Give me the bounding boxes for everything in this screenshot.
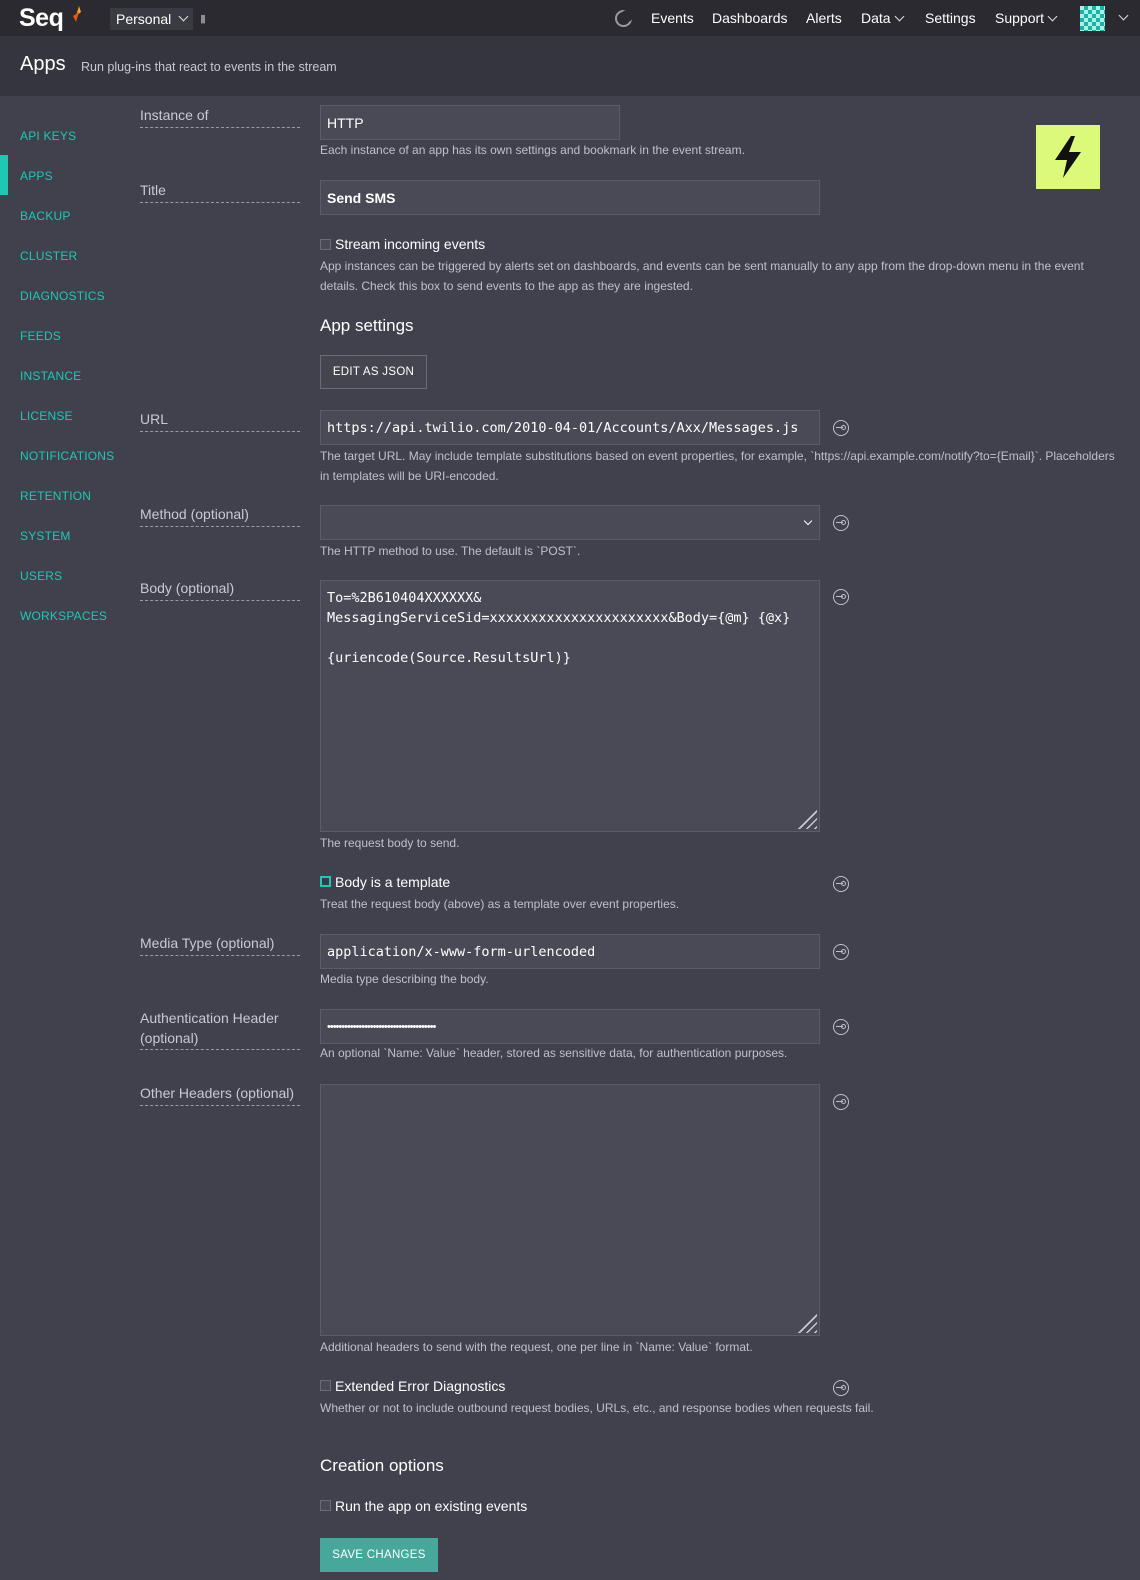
- run-existing-checkbox[interactable]: [320, 1500, 331, 1511]
- chevron-down-icon: [1047, 11, 1058, 22]
- body-template-help: Treat the request body (above) as a temp…: [320, 897, 680, 911]
- reset-icon[interactable]: [833, 1380, 849, 1396]
- body-textarea[interactable]: To=%2B610404XXXXXX& MessagingServiceSid=…: [320, 580, 820, 832]
- seq-logo[interactable]: Seq: [19, 4, 64, 33]
- bookmark-icon[interactable]: ▮: [200, 12, 210, 25]
- method-select[interactable]: [320, 505, 820, 540]
- nav-settings[interactable]: Settings: [925, 10, 976, 26]
- reset-icon[interactable]: [833, 420, 849, 436]
- url-input[interactable]: https://api.twilio.com/2010-04-01/Accoun…: [320, 410, 820, 445]
- sidebar-item-users[interactable]: USERS: [20, 569, 62, 583]
- avatar[interactable]: [1080, 6, 1105, 31]
- sidebar-item-apps[interactable]: APPS: [20, 169, 53, 183]
- extended-errors-checkbox[interactable]: [320, 1380, 331, 1391]
- run-existing-label: Run the app on existing events: [335, 1498, 528, 1514]
- url-label: URL: [140, 409, 300, 432]
- chevron-down-icon[interactable]: [1118, 10, 1129, 21]
- seq-flame-icon: [73, 6, 81, 22]
- page-header: Apps Run plug-ins that react to events i…: [0, 36, 1140, 96]
- url-help-line2: in templates will be URI-encoded.: [320, 469, 499, 483]
- chevron-down-icon: [894, 11, 905, 22]
- sidebar-active-indicator: [0, 155, 8, 195]
- title-label: Title: [140, 180, 300, 203]
- instance-of-label: Instance of: [140, 105, 300, 128]
- body-text: To=%2B610404XXXXXX& MessagingServiceSid=…: [327, 590, 791, 666]
- nav-data-label: Data: [861, 10, 891, 26]
- media-type-help: Media type describing the body.: [320, 972, 489, 986]
- stream-help-line1: App instances can be triggered by alerts…: [320, 259, 1084, 273]
- sidebar-item-instance[interactable]: INSTANCE: [20, 369, 81, 383]
- page-subtitle: Run plug-ins that react to events in the…: [81, 60, 337, 74]
- workspace-select[interactable]: Personal: [110, 8, 194, 30]
- body-label: Body (optional): [140, 578, 300, 601]
- sidebar-item-cluster[interactable]: CLUSTER: [20, 249, 77, 263]
- nav-dashboards[interactable]: Dashboards: [712, 10, 788, 26]
- reset-icon[interactable]: [833, 515, 849, 531]
- chevron-down-icon: [803, 516, 813, 526]
- top-navbar: Seq Personal ▮ Events Dashboards Alerts …: [0, 0, 1140, 36]
- stream-incoming-label: Stream incoming events: [335, 236, 486, 252]
- moon-icon[interactable]: [615, 10, 633, 27]
- reset-icon[interactable]: [833, 944, 849, 960]
- sidebar-item-workspaces[interactable]: WORKSPACES: [20, 609, 107, 623]
- lightning-bolt-icon: [1055, 136, 1081, 178]
- stream-incoming-checkbox[interactable]: [320, 239, 331, 250]
- sidebar-item-backup[interactable]: BACKUP: [20, 209, 71, 223]
- instance-of-help: Each instance of an app has its own sett…: [320, 143, 745, 157]
- auth-header-label: Authentication Header (optional): [140, 1008, 300, 1050]
- sidebar-item-notifications[interactable]: NOTIFICATIONS: [20, 449, 114, 463]
- app-settings-heading: App settings: [320, 316, 414, 335]
- auth-header-help: An optional `Name: Value` header, stored…: [320, 1046, 788, 1060]
- other-headers-label: Other Headers (optional): [140, 1083, 300, 1106]
- workspace-label: Personal: [116, 11, 172, 27]
- title-input[interactable]: Send SMS: [320, 180, 820, 215]
- sidebar-item-diagnostics[interactable]: DIAGNOSTICS: [20, 289, 105, 303]
- body-template-label: Body is a template: [335, 874, 451, 890]
- sidebar-item-license[interactable]: LICENSE: [20, 409, 73, 423]
- method-help: The HTTP method to use. The default is `…: [320, 544, 581, 558]
- nav-support[interactable]: Support: [995, 10, 1058, 26]
- save-changes-button[interactable]: SAVE CHANGES: [320, 1538, 438, 1572]
- nav-support-label: Support: [995, 10, 1045, 26]
- body-help: The request body to send.: [320, 836, 460, 850]
- sidebar-item-api-keys[interactable]: API KEYS: [20, 129, 76, 143]
- auth-header-label-line2: (optional): [140, 1030, 199, 1046]
- reset-icon[interactable]: [833, 1019, 849, 1035]
- reset-icon[interactable]: [833, 876, 849, 892]
- sidebar-item-retention[interactable]: RETENTION: [20, 489, 91, 503]
- other-headers-help: Additional headers to send with the requ…: [320, 1340, 753, 1354]
- creation-options-heading: Creation options: [320, 1456, 444, 1475]
- extended-errors-label: Extended Error Diagnostics: [335, 1378, 506, 1394]
- sidebar-item-feeds[interactable]: FEEDS: [20, 329, 61, 343]
- extended-errors-help: Whether or not to include outbound reque…: [320, 1401, 874, 1415]
- reset-icon[interactable]: [833, 589, 849, 605]
- edit-as-json-button[interactable]: EDIT AS JSON: [320, 355, 427, 389]
- app-icon: [1036, 125, 1100, 189]
- nav-alerts[interactable]: Alerts: [806, 10, 842, 26]
- url-help-line1: The target URL. May include template sub…: [320, 449, 1115, 463]
- resize-handle[interactable]: [793, 805, 817, 829]
- media-type-label: Media Type (optional): [140, 933, 300, 956]
- sidebar-item-system[interactable]: SYSTEM: [20, 529, 71, 543]
- chevron-down-icon: [178, 11, 189, 21]
- body-template-checkbox[interactable]: [320, 876, 331, 887]
- nav-data[interactable]: Data: [861, 10, 905, 26]
- page-title: Apps: [20, 53, 66, 75]
- auth-header-label-line1: Authentication Header: [140, 1010, 279, 1026]
- reset-icon[interactable]: [833, 1094, 849, 1110]
- auth-header-input[interactable]: ••••••••••••••••••••••••••••••••••••••: [320, 1009, 820, 1044]
- nav-events[interactable]: Events: [651, 10, 694, 26]
- other-headers-textarea[interactable]: [320, 1084, 820, 1336]
- stream-help-line2: details. Check this box to send events t…: [320, 279, 693, 293]
- media-type-input[interactable]: application/x-www-form-urlencoded: [320, 934, 820, 969]
- resize-handle[interactable]: [793, 1309, 817, 1333]
- method-label: Method (optional): [140, 504, 300, 527]
- instance-of-field: HTTP: [320, 105, 620, 140]
